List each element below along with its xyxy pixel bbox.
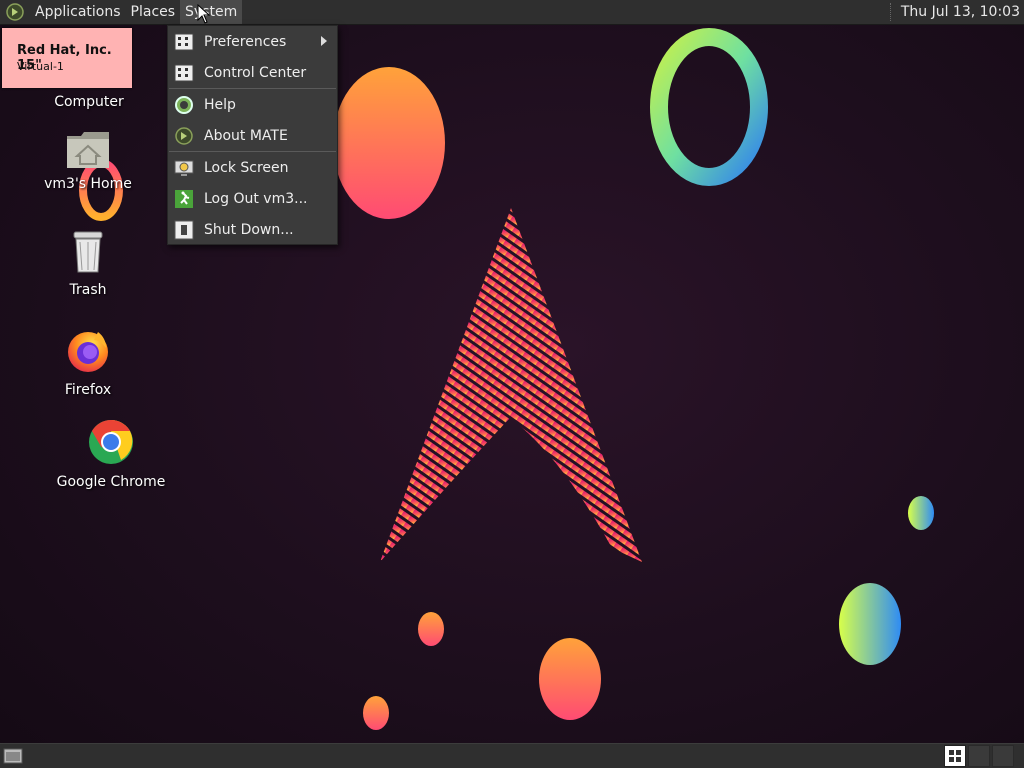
places-menu[interactable]: Places	[126, 0, 181, 24]
menu-separator	[169, 151, 336, 152]
desktop-icon-firefox[interactable]: Firefox	[33, 326, 143, 398]
menu-item-label: Help	[204, 97, 236, 113]
menu-item-help[interactable]: Help	[168, 90, 337, 120]
log-out-icon	[175, 190, 193, 208]
notification-body: Virtual-1	[17, 60, 64, 73]
menu-item-log-out[interactable]: Log Out vm3...	[168, 184, 337, 214]
top-panel: Applications Places System Thu Jul 13, 1…	[0, 0, 1024, 25]
menu-item-control-center[interactable]: Control Center	[168, 58, 337, 88]
desktop-icon-label: Trash	[69, 282, 107, 298]
wallpaper-art	[79, 28, 934, 730]
panel-separator	[889, 3, 893, 21]
desktop-icon-label: Computer	[54, 94, 124, 110]
mate-logo-icon	[175, 127, 193, 145]
workspace-2[interactable]	[968, 745, 990, 767]
menu-item-lock-screen[interactable]: Lock Screen	[168, 153, 337, 183]
mouse-cursor-icon	[197, 4, 211, 24]
bottom-panel	[0, 743, 1024, 768]
home-folder-icon	[67, 132, 109, 168]
menu-item-label: Preferences	[204, 34, 287, 50]
desktop-icon-chrome[interactable]: Google Chrome	[56, 418, 166, 490]
submenu-arrow-icon	[321, 36, 327, 46]
display-notification[interactable]: Red Hat, Inc. 15" Virtual-1	[2, 28, 132, 88]
menu-item-preferences[interactable]: Preferences	[168, 27, 337, 57]
menu-item-about-mate[interactable]: About MATE	[168, 121, 337, 151]
show-desktop-icon[interactable]	[3, 747, 23, 765]
workspace-3[interactable]	[992, 745, 1014, 767]
lock-screen-icon	[174, 160, 194, 176]
desktop-icon-label: vm3's Home	[44, 176, 132, 192]
menu-item-label: Shut Down...	[204, 222, 294, 238]
mate-logo-icon[interactable]	[6, 3, 24, 21]
desktop-icon-label: Firefox	[64, 382, 112, 398]
menu-item-label: Log Out vm3...	[204, 191, 308, 207]
desktop-background	[0, 0, 1024, 768]
help-icon	[175, 96, 193, 114]
clock[interactable]: Thu Jul 13, 10:03	[901, 4, 1024, 20]
control-center-icon	[949, 750, 961, 762]
desktop-icon-label: Google Chrome	[56, 474, 166, 490]
menu-separator	[169, 88, 336, 89]
applications-menu[interactable]: Applications	[30, 0, 126, 24]
google-chrome-icon	[89, 420, 133, 464]
control-center-icon	[174, 64, 194, 82]
preferences-icon	[174, 33, 194, 51]
system-menu-button[interactable]: System	[180, 0, 243, 24]
desktop-icon-trash[interactable]: Trash	[33, 230, 143, 298]
menu-item-shut-down[interactable]: Shut Down...	[168, 215, 337, 245]
menu-item-label: About MATE	[204, 128, 288, 144]
trash-icon	[73, 231, 103, 273]
system-dropdown-menu: Preferences Control Center Help About MA…	[167, 25, 338, 245]
workspace-applet[interactable]	[944, 745, 966, 767]
firefox-icon	[68, 332, 108, 372]
menu-item-label: Control Center	[204, 65, 307, 81]
desktop-icon-home[interactable]: vm3's Home	[33, 130, 143, 192]
shut-down-icon	[174, 220, 194, 240]
menu-item-label: Lock Screen	[204, 160, 289, 176]
